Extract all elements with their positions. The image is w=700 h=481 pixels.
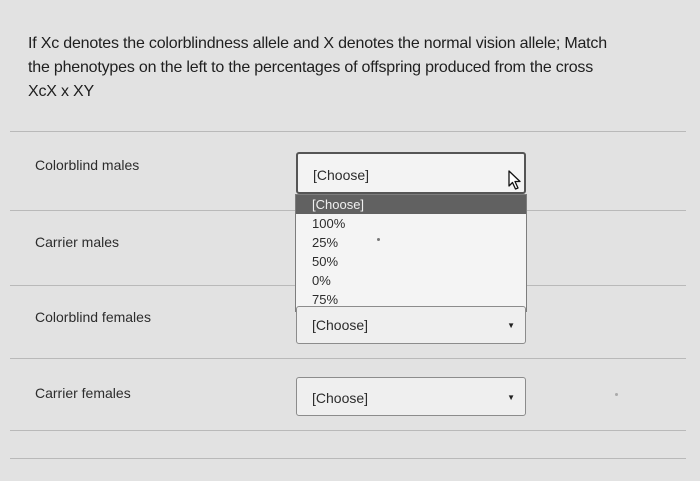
dropdown-option[interactable]: 0% (296, 271, 526, 290)
divider (10, 131, 686, 132)
select-value: [Choose] (313, 167, 370, 183)
select-value: [Choose] (312, 390, 369, 406)
dropdown-list[interactable]: [Choose] 100% 25% 50% 0% 75% (295, 194, 527, 312)
dust-speck (615, 393, 618, 396)
question-line: If Xc denotes the colorblindness allele … (28, 35, 607, 52)
dropdown-option[interactable]: 25% (296, 233, 526, 252)
caret-down-icon: ▼ (507, 393, 515, 402)
divider (10, 358, 686, 359)
select-value: [Choose] (312, 317, 369, 333)
question-text: If Xc denotes the colorblindness allele … (28, 32, 678, 104)
divider (10, 458, 686, 459)
match-select-colorblind-males[interactable]: [Choose] (296, 152, 526, 194)
mouse-pointer-icon (508, 170, 522, 195)
question-line: XcX x XY (28, 83, 94, 100)
match-select-carrier-females[interactable]: [Choose] ▼ (296, 377, 526, 416)
dropdown-option[interactable]: 50% (296, 252, 526, 271)
match-label-colorblind-males: Colorblind males (35, 157, 140, 173)
match-select-colorblind-females[interactable]: [Choose] ▼ (296, 306, 526, 344)
match-label-colorblind-females: Colorblind females (35, 309, 151, 325)
match-label-carrier-females: Carrier females (35, 385, 131, 401)
dust-speck (377, 238, 380, 241)
dropdown-option[interactable]: 100% (296, 214, 526, 233)
question-line: the phenotypes on the left to the percen… (28, 59, 594, 76)
match-label-carrier-males: Carrier males (35, 234, 120, 250)
caret-down-icon: ▼ (507, 321, 515, 330)
dropdown-option[interactable]: [Choose] (296, 195, 526, 214)
divider (10, 430, 686, 431)
